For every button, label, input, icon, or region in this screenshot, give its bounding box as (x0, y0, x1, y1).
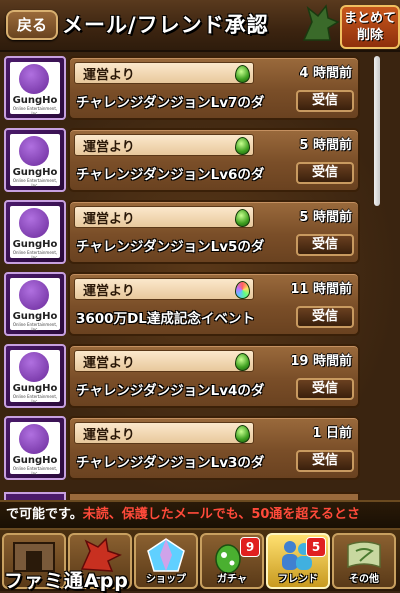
gungho-avatar: GungHo Online Entertainment, Inc. (4, 56, 66, 120)
logo-subtext: Online Entertainment, Inc. (12, 178, 58, 188)
mail-panel: 運営より 19 時間前 チャレンジダンジョンLv4のダ 受信 (68, 344, 360, 408)
mail-panel: 運営より 11 時間前 3600万DL達成記念イベント 受信 (68, 272, 360, 336)
mail-item[interactable]: GungHo Online Entertainment, Inc. 運営より 1… (4, 416, 360, 482)
sender-box: 運営より (74, 350, 254, 372)
gungho-avatar: GungHo Online Entertainment, Inc. (4, 344, 66, 408)
logo-subtext: Online Entertainment, Inc. (12, 250, 58, 260)
logo-text: GungHo (12, 311, 58, 322)
nav-friend-button[interactable]: 5 フレンド (266, 533, 330, 589)
gungho-avatar: GungHo Online Entertainment, Inc. (4, 200, 66, 264)
scroll-map-icon (347, 541, 381, 569)
sender-name: 運営より (83, 140, 135, 155)
mail-panel: 運営より 4 時間前 チャレンジダンジョンLv7のダ 受信 (68, 56, 360, 120)
notice-ticker: で可能です。未読、保護したメールでも、50通を超えるとさ (0, 500, 400, 530)
sender-name: 運営より (83, 356, 135, 371)
mail-time: 4 時間前 (299, 66, 352, 81)
mail-subject: チャレンジダンジョンLv3のダ (76, 455, 265, 471)
mail-item[interactable]: GungHo Online Entertainment, Inc. 運営より 5… (4, 128, 360, 194)
mail-item[interactable]: GungHo Online Entertainment, Inc. 運営より 4… (4, 56, 360, 122)
green-egg-icon (235, 65, 250, 83)
logo-text: GungHo (12, 455, 58, 466)
scrollbar-thumb[interactable] (374, 56, 380, 206)
logo-subtext: Online Entertainment, Inc. (12, 322, 58, 332)
sender-name: 運営より (83, 68, 135, 83)
gungho-avatar: GungHo Online Entertainment, Inc. (4, 272, 66, 336)
receive-button[interactable]: 受信 (296, 378, 354, 400)
mail-subject: チャレンジダンジョンLv4のダ (76, 383, 265, 399)
sender-box: 運営より (74, 278, 254, 300)
green-egg-icon (235, 137, 250, 155)
mail-time: 5 時間前 (299, 210, 352, 225)
sender-name: 運営より (83, 428, 135, 443)
watermark: ファミ通App (4, 570, 129, 592)
nav-label: その他 (349, 574, 379, 585)
mail-subject: 3600万DL達成記念イベント (76, 311, 255, 327)
sender-name: 運営より (83, 212, 135, 227)
nav-other-button[interactable]: その他 (332, 533, 396, 589)
logo-text: GungHo (12, 383, 58, 394)
sender-name: 運営より (83, 284, 135, 299)
rainbow-egg-icon (235, 281, 250, 299)
receive-button[interactable]: 受信 (296, 306, 354, 328)
logo-subtext: Online Entertainment, Inc. (12, 466, 58, 476)
gungho-logo-icon (19, 280, 49, 310)
gungho-logo-icon (19, 208, 49, 238)
gungho-logo-icon (19, 424, 49, 454)
bulk-delete-button[interactable]: まとめて 削除 (340, 5, 400, 49)
gungho-avatar: GungHo Online Entertainment, Inc. (4, 128, 66, 192)
ticker-text-white: で可能です。 (6, 507, 83, 522)
mail-item[interactable]: GungHo Online Entertainment, Inc. 運営より 1… (4, 272, 360, 338)
mail-item[interactable]: GungHo Online Entertainment, Inc. 運営より 1… (4, 344, 360, 410)
gungho-logo-icon (19, 136, 49, 166)
gungho-avatar: GungHo Online Entertainment, Inc. (4, 416, 66, 480)
green-egg-icon (235, 353, 250, 371)
dragon-decoration-icon (302, 4, 340, 41)
logo-text: GungHo (12, 239, 58, 250)
gungho-logo-icon (19, 352, 49, 382)
mail-time: 11 時間前 (290, 282, 352, 297)
page-title: メール/フレンド承認 (62, 13, 269, 37)
logo-text: GungHo (12, 167, 58, 178)
mail-panel: 運営より 5 時間前 チャレンジダンジョンLv5のダ 受信 (68, 200, 360, 264)
logo-subtext: Online Entertainment, Inc. (12, 106, 58, 116)
partial-mail-item (4, 492, 360, 500)
receive-button[interactable]: 受信 (296, 90, 354, 112)
nav-label: ショップ (146, 574, 186, 585)
ticker-text-red: 未読、保護したメールでも、50通を超えるとさ (82, 507, 361, 522)
nav-gacha-button[interactable]: 9 ガチャ (200, 533, 264, 589)
receive-button[interactable]: 受信 (296, 162, 354, 184)
header-bar: 戻る メール/フレンド承認 まとめて 削除 (0, 0, 400, 52)
mail-time: 1 日前 (312, 426, 352, 441)
nav-shop-button[interactable]: ショップ (134, 533, 198, 589)
mail-list[interactable]: GungHo Online Entertainment, Inc. 運営より 4… (0, 52, 400, 500)
sender-box: 運営より (74, 134, 254, 156)
green-egg-icon (235, 425, 250, 443)
mail-panel: 運営より 1 日前 チャレンジダンジョンLv3のダ 受信 (68, 416, 360, 480)
mail-time: 5 時間前 (299, 138, 352, 153)
green-egg-icon (235, 209, 250, 227)
sender-box: 運営より (74, 206, 254, 228)
mail-item[interactable]: GungHo Online Entertainment, Inc. 運営より 5… (4, 200, 360, 266)
sender-box: 運営より (74, 422, 254, 444)
mail-subject: チャレンジダンジョンLv7のダ (76, 95, 265, 111)
receive-button[interactable]: 受信 (296, 450, 354, 472)
logo-text: GungHo (12, 95, 58, 106)
friend-badge: 5 (306, 537, 326, 557)
nav-label: フレンド (278, 574, 318, 585)
mail-panel: 運営より 5 時間前 チャレンジダンジョンLv6のダ 受信 (68, 128, 360, 192)
mail-time: 19 時間前 (290, 354, 352, 369)
scrollbar[interactable] (374, 56, 382, 496)
receive-button[interactable]: 受信 (296, 234, 354, 256)
mail-subject: チャレンジダンジョンLv5のダ (76, 239, 265, 255)
sender-box: 運営より (74, 62, 254, 84)
back-button[interactable]: 戻る (6, 10, 58, 40)
gungho-logo-icon (19, 64, 49, 94)
nav-label: ガチャ (217, 574, 247, 585)
gacha-badge: 9 (240, 537, 260, 557)
mail-subject: チャレンジダンジョンLv6のダ (76, 167, 265, 183)
magic-stone-icon (147, 538, 185, 572)
logo-subtext: Online Entertainment, Inc. (12, 394, 58, 404)
